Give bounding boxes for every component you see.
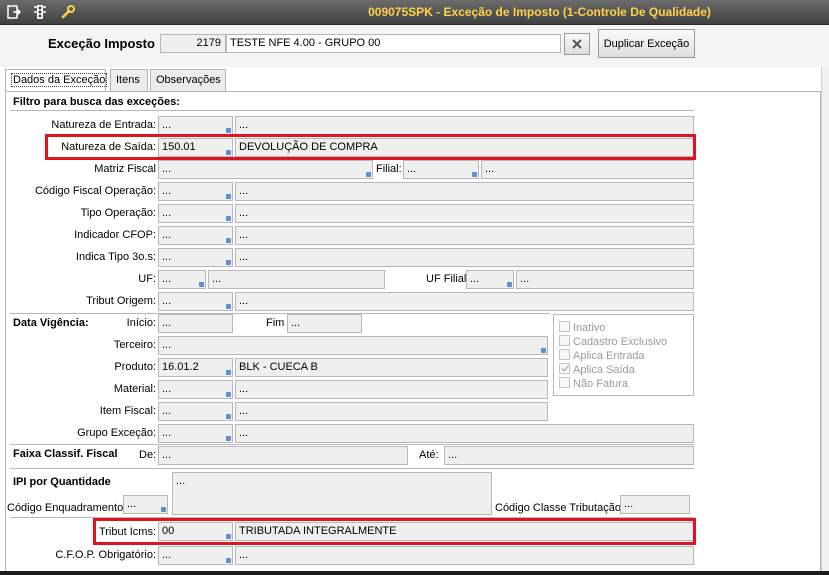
divider	[10, 110, 694, 111]
indicador-cfop-desc[interactable]: ...	[235, 226, 694, 245]
tab-itens[interactable]: Itens	[110, 69, 148, 91]
indicador-cfop-code[interactable]: ...	[158, 226, 233, 245]
natureza-entrada-code[interactable]: ...	[158, 116, 233, 135]
terceiro-field[interactable]: ...	[158, 336, 548, 355]
cfop-obrigatorio-desc[interactable]: ...	[235, 546, 694, 565]
cadastro-exclusivo-checkbox[interactable]: Cadastro Exclusivo	[559, 335, 667, 348]
tab-dados-excecao[interactable]: Dados da Exceção	[5, 69, 108, 92]
uf-filial-desc[interactable]: ...	[516, 270, 694, 289]
grupo-excecao-code[interactable]: ...	[158, 424, 233, 443]
uf-code[interactable]: ...	[158, 270, 206, 289]
fim-label: Fim	[266, 317, 285, 329]
matriz-fiscal-code[interactable]: ...	[158, 160, 373, 179]
faixa-ate-field[interactable]: ...	[444, 446, 694, 465]
duplicate-button[interactable]: Duplicar Exceção	[598, 29, 695, 58]
traffic-light-icon[interactable]	[32, 4, 48, 20]
tribut-origem-label: Tribut Origem:	[86, 295, 156, 307]
cfop-obrigatorio-code[interactable]: ...	[158, 546, 233, 565]
window-title: 009075SPK - Exceção de Imposto (1-Contro…	[368, 5, 711, 19]
codigo-fiscal-label: Código Fiscal Operação:	[34, 185, 156, 197]
tribut-origem-desc[interactable]: ...	[235, 292, 694, 311]
indica-tipo-desc[interactable]: ...	[235, 248, 694, 267]
checkmark-icon	[559, 363, 570, 374]
indica-tipo-label: Indica Tipo 3o.s:	[75, 251, 156, 263]
item-fiscal-desc[interactable]: ...	[235, 402, 548, 421]
nao-fatura-checkbox[interactable]: Não Fatura	[559, 377, 628, 390]
filial-label: Filial:	[376, 163, 402, 175]
highlight-natureza-saida	[45, 134, 696, 160]
data-vigencia-label: Data Vigência:	[13, 317, 89, 329]
uf-desc[interactable]: ...	[208, 270, 385, 289]
natureza-entrada-label: Natureza de Entrada:	[51, 119, 156, 131]
item-fiscal-code[interactable]: ...	[158, 402, 233, 421]
tipo-operacao-desc[interactable]: ...	[235, 204, 694, 223]
fim-field[interactable]: ...	[287, 314, 362, 333]
filial-desc[interactable]: ...	[481, 160, 694, 179]
produto-code[interactable]: 16.01.2	[158, 358, 233, 377]
codigo-enquadramento-label: Código Enquadramento	[7, 502, 124, 514]
clear-button[interactable]	[564, 33, 590, 55]
excecao-description-field[interactable]: TESTE NFE 4.00 - GRUPO 00	[226, 34, 561, 53]
terceiro-label: Terceiro:	[113, 339, 156, 351]
matriz-fiscal-label: Matriz Fiscal	[94, 163, 156, 175]
aplica-entrada-checkbox[interactable]: Aplica Entrada	[559, 349, 645, 362]
tribut-origem-code[interactable]: ...	[158, 292, 233, 311]
ipi-section-title: IPI por Quantidade	[13, 476, 111, 488]
codigo-fiscal-code[interactable]: ...	[158, 182, 233, 201]
inativo-checkbox[interactable]: Inativo	[559, 321, 605, 334]
inicio-field[interactable]: ...	[158, 314, 233, 333]
exit-icon[interactable]	[6, 4, 22, 20]
material-code[interactable]: ...	[158, 380, 233, 399]
excecao-imposto-label: Exceção Imposto	[48, 36, 155, 51]
inicio-label: Início:	[126, 317, 156, 329]
tipo-operacao-label: Tipo Operação:	[80, 207, 156, 219]
aplica-saida-checkbox[interactable]: Aplica Saída	[559, 363, 635, 376]
item-fiscal-label: Item Fiscal:	[99, 405, 156, 417]
highlight-tribut-icms	[93, 518, 696, 545]
divider	[10, 468, 694, 469]
tab-observacoes[interactable]: Observações	[150, 69, 226, 91]
faixa-de-field[interactable]: ...	[158, 446, 408, 465]
produto-label: Produto:	[114, 361, 156, 373]
material-desc[interactable]: ...	[235, 380, 548, 399]
divider	[10, 444, 694, 445]
de-label: De:	[139, 449, 157, 461]
title-bar: 009075SPK - Exceção de Imposto (1-Contro…	[0, 0, 829, 25]
filial-code[interactable]: ...	[403, 160, 479, 179]
filter-section-title: Filtro para busca das exceções:	[13, 96, 180, 108]
uf-label: UF:	[138, 273, 156, 285]
material-label: Material:	[113, 383, 156, 395]
indicador-cfop-label: Indicador CFOP:	[74, 229, 156, 241]
uf-filial-label: UF Filial	[426, 273, 467, 285]
ate-label: Até:	[419, 449, 439, 461]
codigo-classe-label: Código Classe Tributação	[495, 502, 621, 514]
divider	[10, 313, 550, 314]
codigo-enquadramento-field[interactable]: ...	[123, 495, 168, 514]
tipo-operacao-code[interactable]: ...	[158, 204, 233, 223]
produto-desc[interactable]: BLK - CUECA B	[235, 358, 548, 377]
ipi-memo-field[interactable]: ...	[172, 472, 492, 515]
excecao-code-field[interactable]: 2179	[160, 34, 226, 53]
cfop-obrigatorio-label: C.F.O.P. Obrigatório:	[55, 549, 156, 561]
codigo-classe-field[interactable]: ...	[620, 495, 690, 514]
faixa-label: Faixa Classif. Fiscal	[13, 448, 118, 460]
bottom-edge	[0, 571, 829, 575]
options-group: Inativo Cadastro Exclusivo Aplica Entrad…	[553, 314, 694, 396]
wrench-icon[interactable]	[60, 4, 76, 20]
grupo-excecao-label: Grupo Exceção:	[77, 427, 156, 439]
codigo-fiscal-desc[interactable]: ...	[235, 182, 694, 201]
uf-filial-code[interactable]: ...	[466, 270, 514, 289]
close-icon	[572, 39, 582, 49]
vertical-scrollbar[interactable]	[821, 67, 829, 575]
natureza-entrada-desc[interactable]: ...	[235, 116, 694, 135]
grupo-excecao-desc[interactable]: ...	[235, 424, 694, 443]
indica-tipo-code[interactable]: ...	[158, 248, 233, 267]
